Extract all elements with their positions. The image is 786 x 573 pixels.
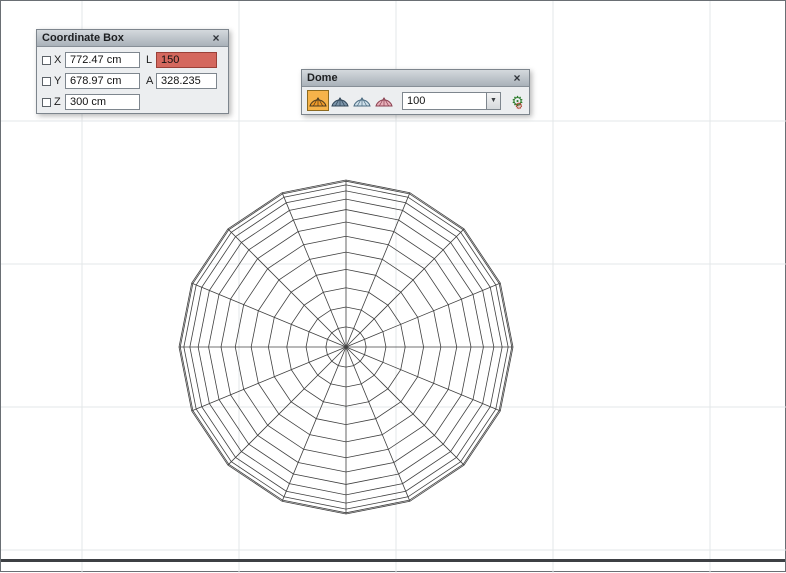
- dome-shaded-icon: [330, 94, 350, 108]
- coordinate-row-z: Z: [42, 94, 140, 110]
- angle-input[interactable]: [156, 73, 217, 89]
- dome-light-icon: [352, 94, 372, 108]
- dome-palette-title: Dome: [307, 72, 338, 84]
- dome-method-2-button[interactable]: [329, 90, 351, 111]
- gear-small-icon: ⚙: [515, 102, 523, 111]
- close-icon[interactable]: ×: [510, 71, 524, 85]
- dome-outline-icon: [374, 94, 394, 108]
- x-lock-checkbox[interactable]: [42, 56, 51, 65]
- coordinate-box-palette: Coordinate Box × X Y Z L A: [36, 29, 229, 114]
- coordinate-box-title: Coordinate Box: [42, 32, 124, 44]
- dome-solid-icon: [308, 94, 328, 108]
- window-bottom-border: [1, 559, 785, 562]
- segments-combo: ▼: [402, 92, 501, 110]
- x-coordinate-input[interactable]: [65, 52, 140, 68]
- z-coordinate-input[interactable]: [65, 94, 140, 110]
- x-axis-label: X: [54, 54, 65, 66]
- y-lock-checkbox[interactable]: [42, 77, 51, 86]
- y-axis-label: Y: [54, 75, 65, 87]
- dome-method-4-button[interactable]: [373, 90, 395, 111]
- z-lock-checkbox[interactable]: [42, 98, 51, 107]
- segments-value-input[interactable]: [402, 92, 486, 110]
- angle-label: A: [146, 75, 156, 87]
- close-icon[interactable]: ×: [209, 31, 223, 45]
- settings-button[interactable]: ⚙ ⚙: [511, 90, 524, 111]
- dome-method-1-button[interactable]: [307, 90, 329, 111]
- length-label: L: [146, 54, 156, 66]
- length-input[interactable]: [156, 52, 217, 68]
- coordinate-row-y: Y: [42, 73, 140, 89]
- dome-palette-body: ▼ ⚙ ⚙: [302, 87, 529, 114]
- coordinate-box-titlebar[interactable]: Coordinate Box ×: [37, 30, 228, 47]
- chevron-down-icon[interactable]: ▼: [486, 92, 501, 110]
- coordinate-row-x: X: [42, 52, 140, 68]
- dome-palette: Dome ×: [301, 69, 530, 115]
- coordinate-box-body: X Y Z L A: [37, 47, 228, 113]
- y-coordinate-input[interactable]: [65, 73, 140, 89]
- dome-method-3-button[interactable]: [351, 90, 373, 111]
- z-axis-label: Z: [54, 96, 65, 108]
- dome-palette-titlebar[interactable]: Dome ×: [302, 70, 529, 87]
